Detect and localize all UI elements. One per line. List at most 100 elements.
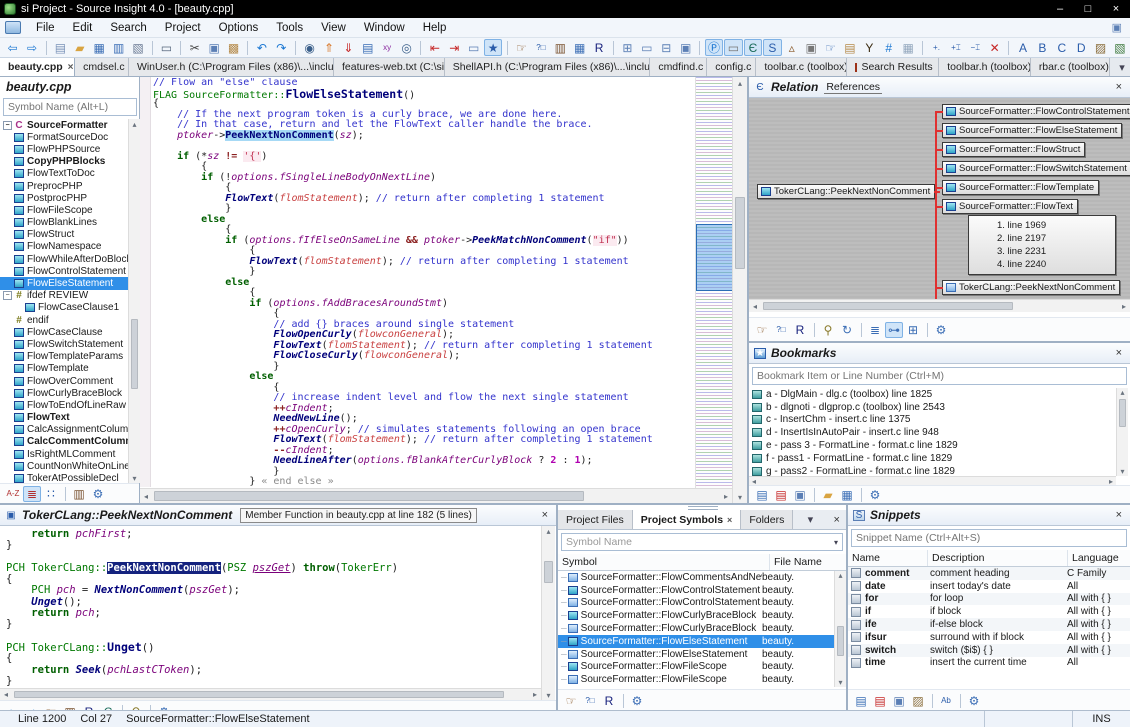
symbol-filter-input[interactable] [3,98,137,116]
symbol-list-icon[interactable]: # [880,39,898,56]
snippet-filter-input[interactable] [851,529,1127,547]
relation-canvas[interactable]: TokerCLang::PeekNextNonComment SourceFor… [749,98,1130,299]
relation-reference[interactable]: 2. line 2197 [997,232,1115,245]
print-icon[interactable]: ▭ [157,39,175,56]
untabify-icon[interactable]: ✕ [985,39,1003,56]
relation-reference[interactable]: 4. line 2240 [997,258,1115,271]
bookmark-item[interactable]: b - dlgnoti - dlgprop.c (toolbox) line 2… [749,401,1116,414]
code-editor[interactable]: // Flow an "else" clauseFLAG SourceForma… [140,77,747,503]
indent-plus-icon[interactable]: +. [927,39,945,56]
outline-view-icon[interactable]: ≣ [866,322,884,338]
symbol-tree-item[interactable]: IsRightMLComment [0,448,128,460]
context-hscrollbar[interactable]: ◂ ▸ [0,688,541,700]
cut-icon[interactable]: ✂ [186,39,204,56]
style-b-icon[interactable]: B [1033,39,1051,56]
file-tab[interactable]: cmdsel.c [75,58,129,76]
description-column-header[interactable]: Description [928,550,1068,566]
menu-item[interactable]: Search [101,18,155,37]
table-row[interactable]: commentcomment headingC Family [848,567,1130,580]
relation-hscrollbar[interactable]: ◂ ▸ [749,299,1130,312]
sidebar-scrollbar[interactable]: ▴ ▾ [128,119,140,483]
file-tab[interactable]: toolbar.h (toolbox) [939,58,1031,76]
style-c-icon[interactable]: C [1053,39,1071,56]
file-tab[interactable]: WinUser.h (C:\Program Files (x86)\...\in… [129,58,334,76]
toolbar-options-icon[interactable]: ▣ [1112,21,1122,34]
play-macro-icon[interactable]: Y [860,39,878,56]
tab-close-icon[interactable]: × [727,515,732,525]
symbol-tree-item[interactable]: PostprocPHP [0,192,128,204]
sort-az-button[interactable]: A-Z [4,486,22,502]
context-window-icon[interactable]: ▣ [802,39,820,56]
project-close-icon[interactable]: × [828,510,846,529]
book-icon[interactable]: ▥ [70,486,88,502]
tab-close-icon[interactable]: × [68,62,74,73]
clipboard-icon[interactable]: ▤ [841,39,859,56]
table-row[interactable]: ifif blockAll with { } [848,605,1130,618]
relation-node[interactable]: SourceFormatter::FlowStruct [942,142,1085,157]
snippets-close-icon[interactable]: × [1113,509,1125,521]
file-tab[interactable]: Search Results [847,58,939,76]
relation-node[interactable]: SourceFormatter::FlowElseStatement [942,123,1122,138]
new-snippet-icon[interactable]: ▤ [852,693,870,709]
close-button[interactable]: × [1102,0,1130,18]
references-icon[interactable]: ▥ [551,39,569,56]
symbol-tree-item[interactable]: −#ifdef REVIEW [0,290,128,302]
relation-window-icon[interactable]: Є [744,39,762,56]
menu-item[interactable]: Edit [64,18,102,37]
snippet-properties-icon[interactable]: ▨ [909,693,927,709]
symbol-tree-item[interactable]: FlowTextToDoc [0,168,128,180]
bookmarks-icon[interactable]: ★ [484,39,502,56]
replace-files-icon[interactable]: ⇓ [339,39,357,56]
project-tab-overflow-icon[interactable]: ▾ [801,510,819,529]
editor-hscrollbar[interactable]: ◂ ▸ [140,488,732,503]
symbol-tree-item[interactable]: −CSourceFormatter [0,119,128,131]
macro-icon[interactable]: R [600,693,618,709]
save-copy-icon[interactable]: ▧ [129,39,147,56]
symbol-tree-item[interactable]: FlowNamespace [0,241,128,253]
symbol-tree-item[interactable]: FlowBlankLines [0,217,128,229]
file-tab[interactable]: rbar.c (toolbox) [1031,58,1110,76]
bookmark-item[interactable]: f - pass1 - FormatLine - format.c line 1… [749,452,1116,465]
settings-gear-icon[interactable]: ⚙ [866,487,884,503]
symbol-tree-item[interactable]: FlowWhileAfterDoBlock [0,253,128,265]
settings-gear-icon[interactable]: ⚙ [628,693,646,709]
menu-item[interactable]: View [312,18,355,37]
table-row[interactable]: ─SourceFormatter::FlowElseStatementbeaut… [558,648,834,661]
save-all-icon[interactable]: ▥ [109,39,127,56]
call-graph-icon[interactable]: ▵ [783,39,801,56]
save-icon[interactable]: ▦ [90,39,108,56]
macro-icon[interactable]: R [590,39,608,56]
table-row[interactable]: forfor loopAll with { } [848,593,1130,606]
search-project-icon[interactable]: ▤ [359,39,377,56]
file-tab[interactable]: toolbar.c (toolbox) [756,58,847,76]
editor-vscrollbar[interactable]: ▴ ▾ [732,77,747,503]
relation-node[interactable]: SourceFormatter::FlowControlStatement [942,104,1130,119]
bookmark-item[interactable]: e - pass 3 - FormatLine - format.c line … [749,439,1116,452]
lock-icon[interactable]: ⚲ [819,322,837,338]
menu-item[interactable]: Options [210,18,268,37]
delete-snippet-icon[interactable]: ▤ [871,693,889,709]
context-close-icon[interactable]: × [539,509,551,521]
relation-node[interactable]: SourceFormatter::FlowText [942,199,1078,214]
relation-reference[interactable]: 3. line 2231 [997,245,1115,258]
context-help-icon[interactable]: ?□ [581,693,599,709]
paste-icon[interactable]: ▩ [224,39,242,56]
undo-icon[interactable]: ↶ [253,39,271,56]
tile-windows-icon[interactable]: ⊞ [618,39,636,56]
bookmark-item[interactable]: c - InsertChm - insert.c line 1375 [749,414,1116,427]
symbol-tree-item[interactable]: FlowControlStatement [0,265,128,277]
table-row[interactable]: ─SourceFormatter::FlowControlStatementbe… [558,597,834,610]
graph-view-icon[interactable]: ⊶ [885,322,903,338]
search-files-icon[interactable]: ⇑ [320,39,338,56]
table-row[interactable]: dateinsert today's dateAll [848,580,1130,593]
grid-icon[interactable]: ▦ [899,39,917,56]
file-tab[interactable]: config.c [707,58,756,76]
symbol-tree-item[interactable]: CopyPHPBlocks [0,156,128,168]
list-view-icon[interactable]: ≣ [23,486,41,502]
language-column-header[interactable]: Language [1068,550,1128,566]
context-vscrollbar[interactable]: ▴ ▾ [541,526,555,700]
cascade-windows-icon[interactable]: ▣ [676,39,694,56]
insert-mode-indicator[interactable]: INS [1072,711,1130,727]
symbol-tree-item[interactable]: CountNonWhiteOnLine [0,460,128,472]
menu-item[interactable]: Window [355,18,414,37]
